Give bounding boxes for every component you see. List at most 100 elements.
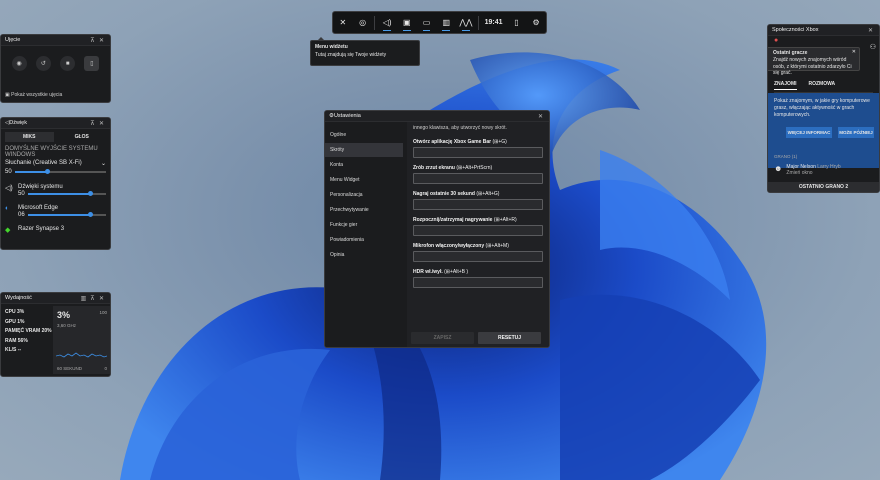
app-volume-slider[interactable] — [27, 212, 106, 217]
show-all-label: Pokaż wszystkie ujęcia — [11, 92, 63, 98]
player-avatar-icon: ☻ — [774, 164, 783, 173]
recently-played-footer[interactable]: OSTATNIO GRANO 2 — [768, 182, 879, 192]
chevron-down-icon: ⌄ — [100, 161, 106, 167]
more-info-button[interactable]: WIĘCEJ INFORMAC — [786, 127, 832, 138]
master-volume-slider[interactable] — [14, 169, 106, 174]
tab-mix[interactable]: MIKS — [5, 132, 54, 142]
tab-chat[interactable]: ROZMOWA — [809, 81, 836, 90]
shortcut-label: Zrób zrzut ekranu (⊞+Alt+PrtScrn) — [413, 163, 543, 173]
clock: 19:41 — [484, 19, 503, 26]
razer-icon: ◆ — [5, 227, 11, 234]
phone-icon[interactable]: ▯ — [507, 12, 527, 33]
add-friend-icon[interactable]: ⚇ — [870, 43, 876, 51]
game-bar-toolbar: ✕ ◎ ◁) ▣ ▭ ▥ ⋀⋀ 19:41 ▯ ⚙ — [332, 11, 547, 34]
played-group-header: GRANO (1) — [774, 154, 798, 159]
pin-icon[interactable]: ⊼ — [88, 120, 97, 127]
close-icon[interactable]: ✕ — [97, 120, 106, 127]
edge-icon: ◐ — [5, 205, 10, 212]
player-row[interactable]: ☻ Major Nelson Larry Hryb Zmień okno — [774, 164, 841, 176]
perf-row[interactable]: RAM 56% — [5, 337, 52, 347]
reset-button[interactable]: RESETUJ — [478, 332, 541, 344]
close-icon[interactable]: ✕ — [852, 49, 856, 56]
shortcut-label: HDR wł./wył. (⊞+Alt+B ) — [413, 267, 543, 277]
promo-text: Pokaż znajomym, w jakie gry komputerowe … — [774, 98, 870, 118]
app-row: ◆ Razer Synapse 3 — [1, 224, 110, 237]
settings-icon[interactable]: ⚙ — [526, 12, 546, 33]
social-tabs: ZNAJOMI ROZMOWA — [774, 81, 873, 93]
settings-nav: Ogólne Skróty Konta Menu Widget Personal… — [325, 122, 403, 347]
shortcut-name: Rozpocznij/zatrzymaj nagrywanie — [413, 217, 493, 223]
widget-menu-tooltip: Menu widżetu Tutaj znajdują się Twoje wi… — [310, 37, 420, 66]
audio-title: Dźwięk — [9, 120, 27, 126]
performance-widget: Wydajność ▥ ⊼ ✕ CPU 3% GPU 1% PAMIĘĆ VRAM 2… — [0, 292, 111, 377]
device-label: Słuchanie (Creative SB X-Fi) — [5, 160, 82, 166]
nav-feedback[interactable]: Opinia — [325, 248, 403, 262]
perf-row[interactable]: KL/S -- — [5, 346, 52, 356]
nav-general[interactable]: Ogólne — [325, 128, 403, 142]
shortcut-keys: (⊞+Alt+B ) — [444, 269, 469, 275]
perf-big-value: 3% — [57, 310, 71, 320]
shortcut-name: Nagraj ostatnie 30 sekund — [413, 191, 475, 197]
nav-accounts[interactable]: Konta — [325, 158, 403, 172]
app-volume-slider[interactable] — [27, 191, 106, 196]
nav-notifications[interactable]: Powiadomienia — [325, 233, 403, 247]
perf-duration: 60 SEKUND — [57, 366, 83, 371]
performance-title: Wydajność — [5, 295, 32, 301]
master-volume-value: 50 — [5, 169, 12, 175]
shortcut-input[interactable] — [413, 147, 543, 158]
perf-row[interactable]: CPU 3% — [5, 308, 52, 318]
app-volume-value: 06 — [18, 212, 25, 218]
nav-widget-menu[interactable]: Menu Widget — [325, 173, 403, 187]
gallery-icon[interactable]: ⋀⋀ — [456, 12, 476, 33]
perf-min: 0 — [104, 366, 107, 371]
close-icon[interactable]: ✕ — [97, 37, 106, 44]
nav-shortcuts[interactable]: Skróty — [325, 143, 403, 157]
close-icon[interactable]: ✕ — [536, 113, 545, 120]
shortcut-name: HDR wł./wył. — [413, 269, 443, 275]
mic-button[interactable]: ▯ — [84, 56, 100, 71]
xbox-icon[interactable]: ✕ — [333, 12, 353, 33]
pin-icon[interactable]: ⊼ — [88, 37, 97, 44]
shortcuts-intro: innego klawisza, aby utworzyć nowy skrót… — [413, 125, 507, 131]
capture-title: Ujęcie — [5, 37, 21, 43]
shortcut-keys: (⊞+G) — [492, 139, 507, 145]
perf-graph: 3% 3,60 GHz 100 60 SEKUND 0 — [53, 306, 110, 374]
tab-voice[interactable]: GŁOS — [58, 132, 107, 142]
avatar: ● — [774, 37, 779, 44]
close-icon[interactable]: ✕ — [866, 27, 875, 34]
nav-gaming-features[interactable]: Funkcje gier — [325, 218, 403, 232]
shortcut-input[interactable] — [413, 173, 543, 184]
nav-capturing[interactable]: Przechwytywanie — [325, 203, 403, 217]
device-select[interactable]: Słuchanie (Creative SB X-Fi) ⌄ — [1, 159, 110, 168]
capture-icon[interactable]: ▣ — [397, 12, 417, 33]
controller-icon[interactable]: ◎ — [353, 12, 373, 33]
toolbar-separator — [477, 15, 479, 30]
shortcut-input[interactable] — [413, 199, 543, 210]
record-button[interactable]: ■ — [60, 56, 76, 71]
screenshot-button[interactable]: ◉ — [11, 56, 27, 71]
audio-widget: ◁ Dźwięk ⊼ ✕ MIKS GŁOS DOMYŚLNE WYJŚCIE SYS… — [0, 117, 111, 250]
audio-icon[interactable]: ◁) — [377, 12, 397, 33]
perf-row[interactable]: GPU 1% — [5, 318, 52, 328]
shortcut-keys: (⊞+Alt+M) — [485, 243, 509, 249]
later-button[interactable]: MOŻE PÓŹNIEJ — [838, 127, 874, 138]
tab-friends[interactable]: ZNAJOMI — [774, 81, 797, 90]
tooltip-title: Menu widżetu — [315, 44, 348, 50]
close-icon[interactable]: ✕ — [97, 295, 106, 302]
shortcut-label: Mikrofon włączony/wyłączony (⊞+Alt+M) — [413, 241, 543, 251]
record-last-button[interactable]: ↺ — [35, 56, 51, 71]
avatar-strip: ● — [768, 36, 879, 46]
performance-icon[interactable]: ▥ — [436, 12, 456, 33]
save-button[interactable]: ZAPISZ — [411, 332, 474, 344]
perf-sparkline — [56, 352, 107, 358]
chart-icon[interactable]: ▥ — [79, 295, 88, 302]
pin-icon[interactable]: ⊼ — [88, 295, 97, 302]
perf-row[interactable]: PAMIĘĆ VRAM 20% — [5, 327, 52, 337]
tooltip-body: Tutaj znajdują się Twoje widżety — [315, 51, 387, 58]
shortcut-input[interactable] — [413, 225, 543, 236]
shortcut-input[interactable] — [413, 277, 543, 288]
show-all-captures-link[interactable]: ▣ Pokaż wszystkie ujęcia — [5, 92, 62, 98]
nav-personalization[interactable]: Personalizacja — [325, 188, 403, 202]
shortcut-input[interactable] — [413, 251, 543, 262]
resources-icon[interactable]: ▭ — [417, 12, 437, 33]
